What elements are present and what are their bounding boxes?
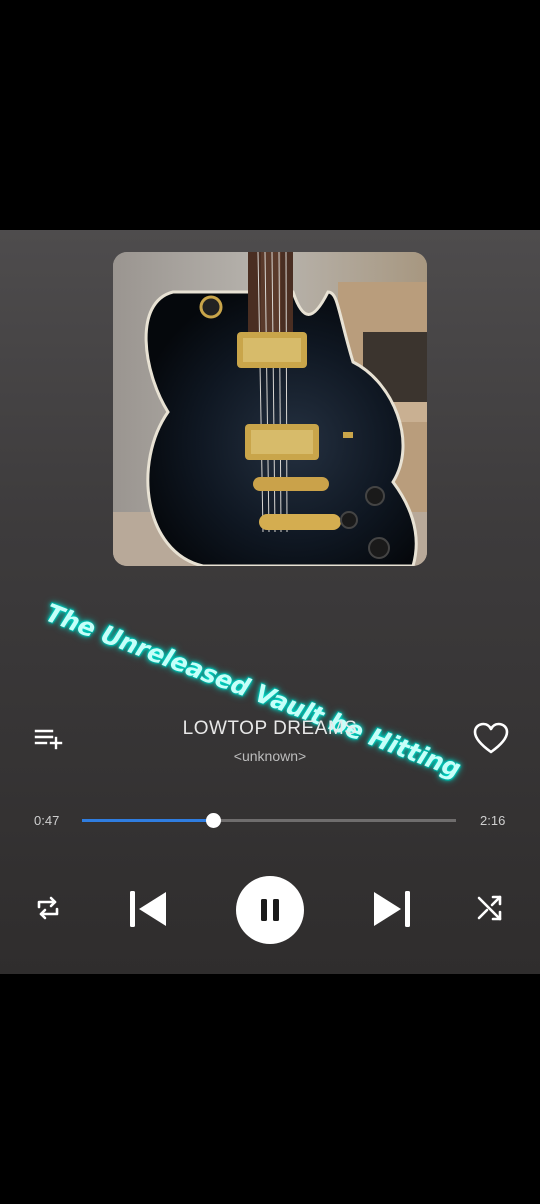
- album-art: [113, 252, 427, 566]
- favorite-button[interactable]: [472, 721, 510, 757]
- add-to-queue-button[interactable]: [33, 726, 65, 752]
- seek-bar-thumb[interactable]: [205, 813, 221, 828]
- elapsed-time: 0:47: [34, 813, 60, 828]
- music-player: The Unreleased Vault be Hitting LOWTOP D…: [0, 230, 540, 974]
- skip-previous-icon: [130, 891, 166, 927]
- total-time: 2:16: [480, 813, 506, 828]
- pause-icon: [261, 899, 279, 921]
- previous-button[interactable]: [126, 889, 170, 929]
- seek-bar[interactable]: [82, 813, 456, 828]
- heart-outline-icon: [473, 722, 509, 754]
- track-title: LOWTOP DREAMS: [182, 718, 358, 739]
- repeat-icon: [37, 896, 59, 920]
- next-button[interactable]: [370, 889, 414, 929]
- shuffle-icon: [477, 895, 502, 921]
- repeat-button[interactable]: [30, 890, 66, 926]
- skip-next-icon: [374, 891, 410, 927]
- track-artist: <unknown>: [233, 748, 307, 764]
- add-to-queue-icon: [34, 729, 63, 750]
- play-pause-button[interactable]: [236, 876, 304, 944]
- shuffle-button[interactable]: [472, 890, 508, 926]
- seek-bar-progress: [82, 819, 213, 822]
